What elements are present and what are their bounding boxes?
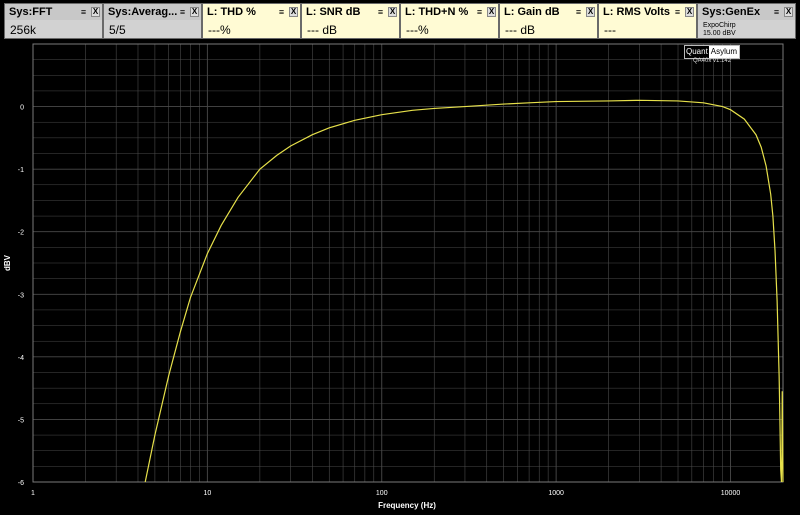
- y-tick-label: 0: [20, 105, 24, 112]
- axis-ticks: 1 10 100 1000 10000 0 -1 -2 -3 -4 -5 -6: [18, 105, 741, 497]
- x-axis-label: Frequency (Hz): [378, 501, 436, 510]
- frequency-response-chart[interactable]: 1 10 100 1000 10000 0 -1 -2 -3 -4 -5 -6 Frequency (…: [0, 0, 800, 515]
- x-tick-label: 1: [31, 490, 35, 497]
- x-tick-label: 1000: [548, 490, 564, 497]
- x-tick-label: 100: [376, 490, 388, 497]
- y-axis-label: dBV: [3, 254, 12, 271]
- y-tick-label: -5: [18, 417, 24, 424]
- x-tick-label: 10: [203, 490, 211, 497]
- y-tick-label: -3: [18, 292, 24, 299]
- y-tick-label: -6: [18, 480, 24, 487]
- y-tick-label: -2: [18, 230, 24, 237]
- brand-part-1: Quant: [685, 46, 709, 58]
- y-tick-label: -4: [18, 355, 24, 362]
- version-label: QA40x v1.142: [693, 58, 732, 64]
- grid-lines: [32, 43, 784, 483]
- x-tick-label: 10000: [721, 490, 741, 497]
- y-tick-label: -1: [18, 167, 24, 174]
- brand-logo: Quant Asylum: [684, 45, 741, 59]
- brand-part-2: Asylum: [708, 46, 740, 58]
- response-trace: [144, 99, 784, 483]
